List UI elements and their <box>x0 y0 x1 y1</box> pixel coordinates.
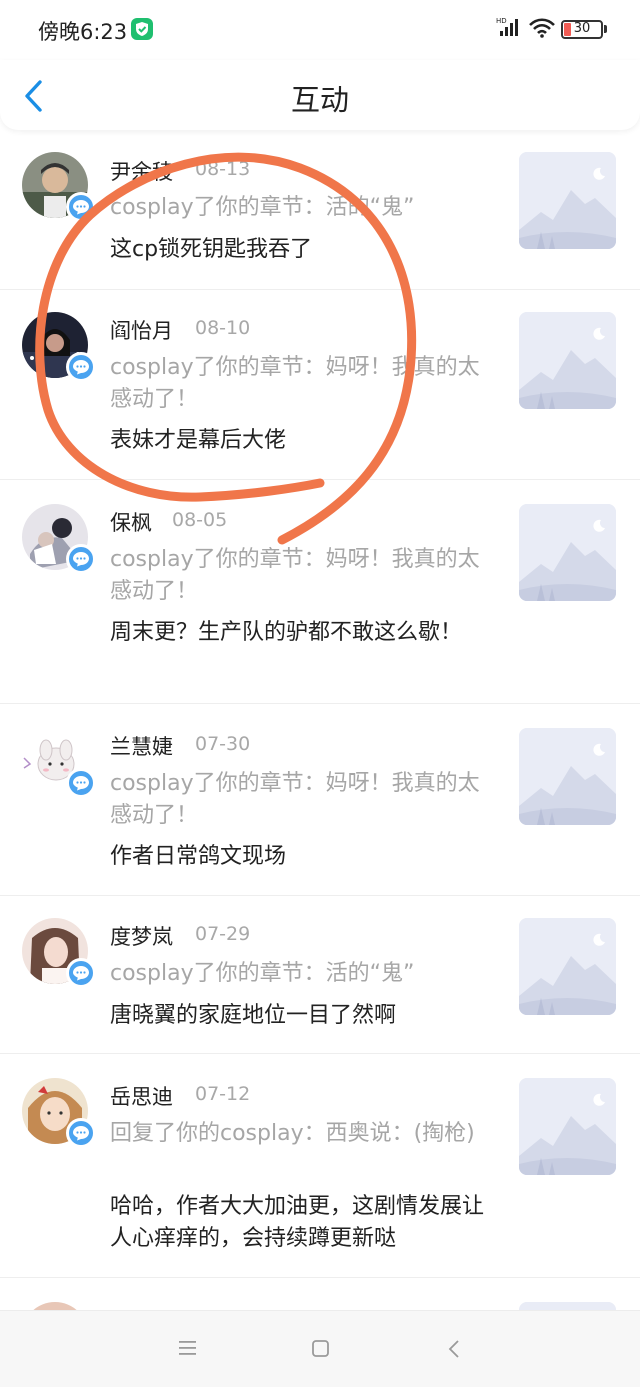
comment-bubble-icon <box>66 958 96 988</box>
list-item[interactable]: 度梦岚 07-29 cosplay了你的章节：活的“鬼” 唐晓翼的家庭地位一目了… <box>0 896 640 1054</box>
comment-text: 表妹才是幕后大佬 <box>110 428 287 453</box>
comment-bubble-icon <box>66 1118 96 1148</box>
menu-icon[interactable] <box>178 1339 198 1361</box>
comment-bubble-icon <box>66 192 96 222</box>
triangle-back-icon[interactable] <box>446 1339 462 1363</box>
placeholder-image-icon[interactable] <box>519 918 616 1015</box>
user-name[interactable]: 阎怡月 <box>110 315 173 345</box>
comment-text: 这cp锁死钥匙我吞了 <box>110 237 313 262</box>
header: 互动 <box>0 60 640 130</box>
item-context[interactable]: cosplay了你的章节：妈呀！我真的太感动了！ <box>110 768 490 832</box>
interaction-list: 尹余稜 08-13 cosplay了你的章节：活的“鬼” 这cp锁死钥匙我吞了 … <box>0 132 640 1310</box>
comment-bubble-icon <box>66 768 96 798</box>
placeholder-image-icon[interactable] <box>519 1078 616 1175</box>
list-item[interactable]: 岳思迪 07-12 回复了你的cosplay：西奥说：(掏枪) 哈哈，作者大大加… <box>0 1054 640 1278</box>
item-context[interactable]: 回复了你的cosplay：西奥说：(掏枪) <box>110 1118 490 1150</box>
comment-text: 哈哈，作者大大加油更，这剧情发展让人心痒痒的，会持续蹲更新哒 <box>110 1194 485 1251</box>
comment-text: 作者日常鸽文现场 <box>110 844 287 869</box>
item-date: 08-13 <box>195 158 251 180</box>
list-item[interactable]: 尹余稜 08-13 cosplay了你的章节：活的“鬼” 这cp锁死钥匙我吞了 <box>0 132 640 290</box>
comment-bubble-icon <box>66 352 96 382</box>
item-context[interactable]: cosplay了你的章节：妈呀！我真的太感动了！ <box>110 352 490 416</box>
item-date: 08-10 <box>195 317 251 339</box>
placeholder-image-icon[interactable] <box>519 152 616 249</box>
user-name[interactable]: 度梦岚 <box>110 921 173 951</box>
comment-text: 唐晓翼的家庭地位一目了然啊 <box>110 1003 397 1028</box>
avatar[interactable] <box>22 1302 88 1310</box>
list-item[interactable]: 保枫 08-05 cosplay了你的章节：妈呀！我真的太感动了！ 周末更？生产… <box>0 480 640 704</box>
list-item[interactable]: 阎怡月 08-10 cosplay了你的章节：妈呀！我真的太感动了！ 表妹才是幕… <box>0 290 640 480</box>
list-item[interactable]: 兰慧婕 07-30 cosplay了你的章节：妈呀！我真的太感动了！ 作者日常鸽… <box>0 704 640 896</box>
signal-icon: HD <box>496 16 522 42</box>
user-name[interactable]: 岳思迪 <box>110 1081 173 1111</box>
battery-icon: 30 <box>561 20 603 39</box>
shield-icon <box>131 18 153 40</box>
page-title: 互动 <box>290 83 349 117</box>
battery-level: 30 <box>573 21 591 36</box>
item-context[interactable]: cosplay了你的章节：妈呀！我真的太感动了！ <box>110 544 490 608</box>
user-name[interactable]: 保枫 <box>110 507 152 537</box>
item-date: 08-05 <box>172 509 228 531</box>
comment-bubble-icon <box>66 544 96 574</box>
comment-text: 周末更？生产队的驴都不敢这么歇！ <box>110 620 463 645</box>
user-name[interactable]: 兰慧婕 <box>110 731 173 761</box>
item-date: 07-29 <box>195 923 251 945</box>
status-time: 傍晚6:23 <box>38 20 128 44</box>
battery-tip <box>604 25 607 33</box>
list-item[interactable] <box>0 1278 640 1310</box>
square-home-icon[interactable] <box>311 1339 331 1363</box>
item-context[interactable]: cosplay了你的章节：活的“鬼” <box>110 958 490 990</box>
placeholder-image-icon[interactable] <box>519 1302 616 1310</box>
placeholder-image-icon[interactable] <box>519 728 616 825</box>
placeholder-image-icon[interactable] <box>519 504 616 601</box>
item-context[interactable]: cosplay了你的章节：活的“鬼” <box>110 192 490 224</box>
item-date: 07-12 <box>195 1083 251 1105</box>
wifi-icon <box>528 18 556 42</box>
user-name[interactable]: 尹余稜 <box>110 156 173 186</box>
network-label: HD <box>496 17 507 25</box>
system-nav-bar <box>0 1310 640 1387</box>
item-date: 07-30 <box>195 733 251 755</box>
placeholder-image-icon[interactable] <box>519 312 616 409</box>
status-bar: 傍晚6:23 HD 30 <box>0 0 640 60</box>
